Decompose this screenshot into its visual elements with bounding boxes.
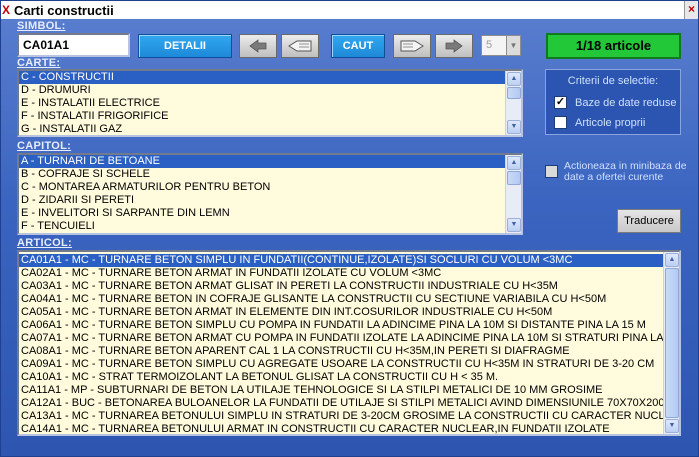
scroll-thumb[interactable] xyxy=(507,171,521,185)
criteria-panel: Criterii de selectie: ✓ Baze de date red… xyxy=(545,69,681,135)
carte-scrollbar[interactable]: ▲ ▼ xyxy=(505,71,521,135)
carte-list-item[interactable]: G - INSTALATII GAZ xyxy=(19,123,505,135)
articol-list-item[interactable]: CA04A1 - MC - TURNARE BETON IN COFRAJE G… xyxy=(19,293,663,306)
pointing-hand-right-icon xyxy=(400,40,424,52)
spin-value: 5 xyxy=(482,36,506,55)
hand-left-button[interactable] xyxy=(281,34,319,58)
chevron-down-icon[interactable]: ▼ xyxy=(506,36,520,55)
prev-button[interactable] xyxy=(239,34,277,58)
checkbox-articole[interactable] xyxy=(554,116,567,129)
carte-list-item[interactable]: C - CONSTRUCTII xyxy=(19,71,505,84)
criteria-option-baze[interactable]: ✓ Baze de date reduse xyxy=(554,96,677,109)
checkbox-baze[interactable]: ✓ xyxy=(554,96,567,109)
criteria-option-label: Baze de date reduse xyxy=(575,96,677,109)
pointing-hand-left-icon xyxy=(288,40,312,52)
title-bar: X Carti constructii × xyxy=(1,1,698,19)
capitol-list-item[interactable]: B - COFRAJE SI SCHELE xyxy=(19,168,505,181)
carte-list-item[interactable]: F - INSTALATII FRIGORIFICE xyxy=(19,110,505,123)
app-icon: X xyxy=(2,3,11,17)
window-title: Carti constructii xyxy=(14,2,114,18)
checkbox-minibaza[interactable] xyxy=(545,165,558,178)
page-spin-select[interactable]: 5 ▼ xyxy=(481,35,521,56)
arrow-left-icon xyxy=(249,39,267,53)
capitol-label: CAPITOL: xyxy=(17,140,72,152)
caut-button[interactable]: CAUT xyxy=(331,34,385,58)
articol-list-item[interactable]: CA14A1 - MC - TURNAREA BETONULUI ARMAT I… xyxy=(19,423,663,434)
articol-label: ARTICOL: xyxy=(17,237,72,249)
scroll-up-icon[interactable]: ▲ xyxy=(507,72,521,86)
minibaza-label: Actioneaza in minibaza de date a ofertei… xyxy=(564,160,687,183)
articol-list-item[interactable]: CA10A1 - MC - STRAT TERMOIZOLANT LA BETO… xyxy=(19,371,663,384)
carte-list-item[interactable]: D - DRUMURI xyxy=(19,84,505,97)
scroll-thumb[interactable] xyxy=(507,87,521,99)
articol-list-item[interactable]: CA02A1 - MC - TURNARE BETON ARMAT IN FUN… xyxy=(19,267,663,280)
detalii-button[interactable]: DETALII xyxy=(138,34,232,58)
simbol-label: SIMBOL: xyxy=(17,20,66,32)
articol-list-item[interactable]: CA11A1 - MP - SUBTURNARI DE BETON LA UTI… xyxy=(19,384,663,397)
capitol-rows: A - TURNARI DE BETOANE B - COFRAJE SI SCH… xyxy=(19,155,505,233)
capitol-list-item[interactable]: A - TURNARI DE BETOANE xyxy=(19,155,505,168)
criteria-option-label: Articole proprii xyxy=(575,116,646,129)
scroll-thumb[interactable] xyxy=(665,268,679,418)
scroll-up-icon[interactable]: ▲ xyxy=(507,156,521,170)
scroll-down-icon[interactable]: ▼ xyxy=(507,218,521,232)
articol-list-item[interactable]: CA12A1 - BUC - BETONAREA BULOANELOR LA F… xyxy=(19,397,663,410)
minibaza-option[interactable]: Actioneaza in minibaza de date a ofertei… xyxy=(545,161,694,183)
capitol-listbox[interactable]: A - TURNARI DE BETOANE B - COFRAJE SI SCH… xyxy=(17,153,523,235)
articol-list-item[interactable]: CA01A1 - MC - TURNARE BETON SIMPLU IN FU… xyxy=(19,254,663,267)
articol-list-item[interactable]: CA08A1 - MC - TURNARE BETON APARENT CAL … xyxy=(19,345,663,358)
arrow-right-icon xyxy=(445,39,463,53)
simbol-input[interactable]: CA01A1 xyxy=(17,33,130,57)
traducere-button[interactable]: Traducere xyxy=(617,209,681,233)
articol-list-item[interactable]: CA09A1 - MC - TURNARE BETON SIMPLU CU AG… xyxy=(19,358,663,371)
carte-list-item[interactable]: E - INSTALATII ELECTRICE xyxy=(19,97,505,110)
carte-rows: C - CONSTRUCTII D - DRUMURI E - INSTALATII… xyxy=(19,71,505,135)
capitol-list-item[interactable]: F - TENCUIELI xyxy=(19,220,505,233)
capitol-list-item[interactable]: D - ZIDARII SI PERETI xyxy=(19,194,505,207)
articol-list-item[interactable]: CA13A1 - MC - TURNAREA BETONULUI SIMPLU … xyxy=(19,410,663,423)
capitol-list-item[interactable]: C - MONTAREA ARMATURILOR PENTRU BETON xyxy=(19,181,505,194)
capitol-scrollbar[interactable]: ▲ ▼ xyxy=(505,155,521,233)
app-window: X Carti constructii × SIMBOL: CA01A1 DET… xyxy=(0,0,699,457)
criteria-option-articole[interactable]: Articole proprii xyxy=(554,116,645,129)
articol-list-item[interactable]: CA07A1 - MC - TURNARE BETON ARMAT CU POM… xyxy=(19,332,663,345)
capitol-list-item[interactable]: E - INVELITORI SI SARPANTE DIN LEMN xyxy=(19,207,505,220)
articol-list-item[interactable]: CA03A1 - MC - TURNARE BETON ARMAT GLISAT… xyxy=(19,280,663,293)
articol-listbox[interactable]: CA01A1 - MC - TURNARE BETON SIMPLU IN FU… xyxy=(17,250,681,436)
close-button[interactable]: × xyxy=(684,1,698,19)
article-count-badge: 1/18 articole xyxy=(546,33,681,59)
articol-scrollbar[interactable]: ▲ ▼ xyxy=(663,252,679,434)
articol-rows: CA01A1 - MC - TURNARE BETON SIMPLU IN FU… xyxy=(19,254,663,434)
articol-list-item[interactable]: CA06A1 - MC - TURNARE BETON SIMPLU CU PO… xyxy=(19,319,663,332)
hand-right-button[interactable] xyxy=(393,34,431,58)
scroll-down-icon[interactable]: ▼ xyxy=(507,120,521,134)
carte-label: CARTE: xyxy=(17,57,61,69)
criteria-title: Criterii de selectie: xyxy=(567,75,659,87)
next-button[interactable] xyxy=(435,34,473,58)
carte-listbox[interactable]: C - CONSTRUCTII D - DRUMURI E - INSTALATII… xyxy=(17,69,523,137)
articol-list-item[interactable]: CA05A1 - MC - TURNARE BETON ARMAT IN ELE… xyxy=(19,306,663,319)
scroll-down-icon[interactable]: ▼ xyxy=(665,419,679,433)
scroll-up-icon[interactable]: ▲ xyxy=(665,253,679,267)
